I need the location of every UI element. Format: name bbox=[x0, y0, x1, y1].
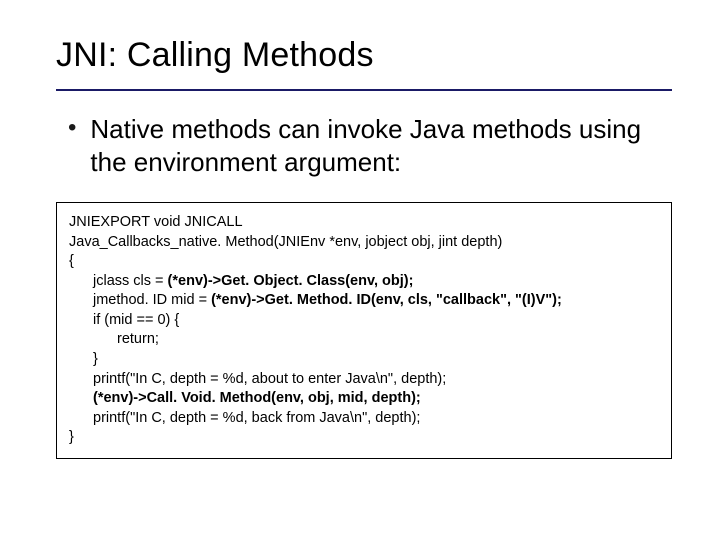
code-box: JNIEXPORT void JNICALL Java_Callbacks_na… bbox=[56, 202, 672, 459]
title-rule bbox=[56, 89, 672, 91]
code-line: if (mid == 0) { bbox=[69, 311, 659, 331]
bullet-text: Native methods can invoke Java methods u… bbox=[90, 113, 672, 178]
code-line: printf("In C, depth = %d, about to enter… bbox=[69, 370, 659, 390]
code-line: jclass cls = (*env)->Get. Object. Class(… bbox=[69, 272, 659, 292]
code-line: } bbox=[69, 428, 659, 448]
code-line: Java_Callbacks_native. Method(JNIEnv *en… bbox=[69, 233, 659, 253]
code-line: jmethod. ID mid = (*env)->Get. Method. I… bbox=[69, 291, 659, 311]
bullet-item: • Native methods can invoke Java methods… bbox=[68, 113, 672, 178]
code-line: printf("In C, depth = %d, back from Java… bbox=[69, 409, 659, 429]
bullet-dot-icon: • bbox=[68, 113, 76, 143]
code-line: } bbox=[69, 350, 659, 370]
code-line: { bbox=[69, 252, 659, 272]
code-line: return; bbox=[69, 330, 659, 350]
code-line: JNIEXPORT void JNICALL bbox=[69, 213, 659, 233]
code-line: (*env)->Call. Void. Method(env, obj, mid… bbox=[69, 389, 659, 409]
slide: JNI: Calling Methods • Native methods ca… bbox=[0, 0, 720, 540]
slide-title: JNI: Calling Methods bbox=[56, 36, 672, 75]
